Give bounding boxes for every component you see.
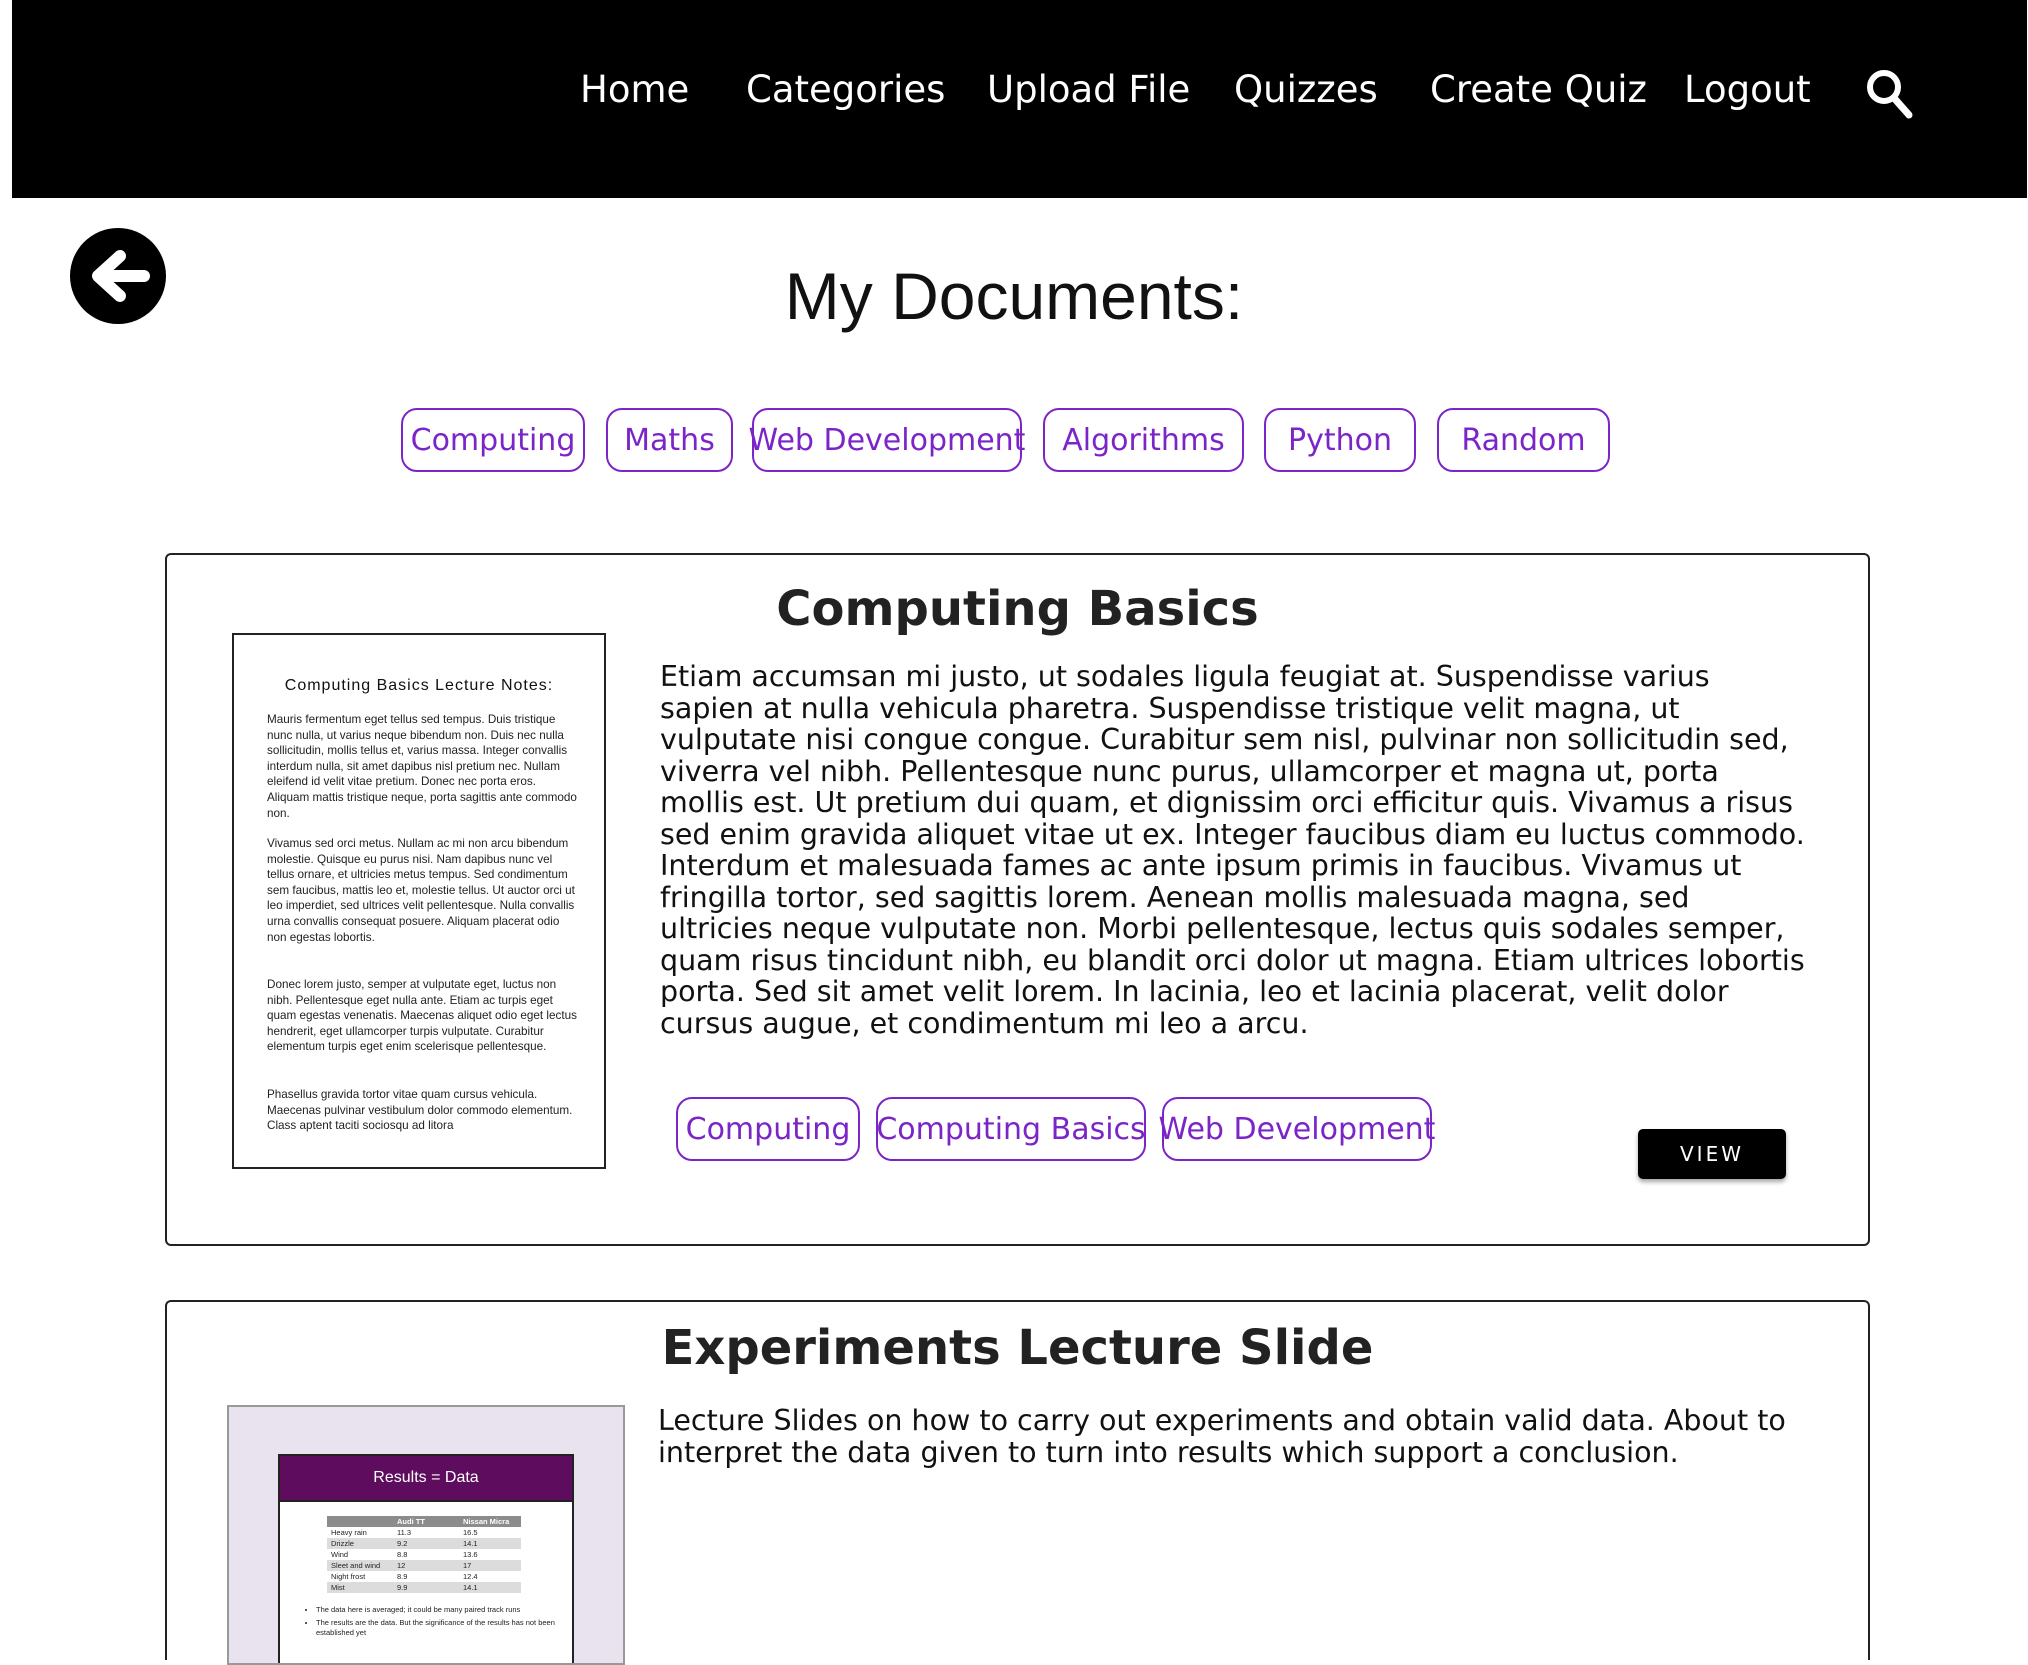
slide-bullet: The data here is averaged; it could be m…	[316, 1605, 566, 1615]
table-cell: 16.5	[463, 1527, 478, 1537]
table-cell: Drizzle	[327, 1538, 393, 1549]
category-chip-python[interactable]: Python	[1264, 408, 1416, 472]
table-cell: 14.1	[459, 1538, 521, 1549]
table-cell: 13.6	[463, 1549, 478, 1559]
thumbnail-paragraph: Donec lorem justo, semper at vulputate e…	[267, 978, 577, 1054]
table-cell: 9.2	[393, 1538, 459, 1549]
thumbnail-paragraph: Vivamus sed orci metus. Nullam ac mi non…	[267, 837, 575, 944]
category-chip-web-development[interactable]: Web Development	[749, 408, 1025, 472]
slide-results-table: Audi TT Nissan Micra Heavy rain 11.3 16.…	[327, 1516, 521, 1593]
table-cell: 11.3	[397, 1527, 412, 1537]
slide-title: Results = Data	[278, 1454, 574, 1502]
search-icon[interactable]	[1865, 68, 1913, 120]
nav-quizzes-link[interactable]: Quizzes	[1234, 68, 1378, 111]
table-cell: 8.9	[397, 1571, 408, 1581]
nav-create-quiz-link[interactable]: Create Quiz	[1430, 68, 1647, 111]
table-row: Sleet and wind 12 17	[327, 1560, 521, 1571]
table-cell: 8.8	[397, 1549, 408, 1559]
slide-bullet: The results are the data. But the signif…	[316, 1618, 566, 1638]
table-cell: 12.4	[463, 1571, 478, 1581]
document-tag-computing[interactable]: Computing	[676, 1097, 860, 1161]
document-card: Computing Basics Computing Basics Lectur…	[165, 553, 1870, 1246]
table-row: Wind 8.8 13.6	[327, 1549, 521, 1560]
category-chip-algorithms[interactable]: Algorithms	[1043, 408, 1244, 472]
document-tag-web-development[interactable]: Web Development	[1159, 1097, 1435, 1161]
document-description: Etiam accumsan mi justo, ut sodales ligu…	[660, 660, 1805, 1040]
table-cell: Mist	[327, 1582, 393, 1593]
table-row: Mist 9.9 14.1	[327, 1582, 521, 1593]
table-cell: Wind	[331, 1549, 349, 1559]
thumbnail-paragraph: Phasellus gravida tortor vitae quam curs…	[267, 1088, 573, 1133]
view-button[interactable]: VIEW	[1638, 1129, 1786, 1179]
table-cell: Heavy rain	[331, 1527, 367, 1537]
thumbnail-title: Computing Basics Lecture Notes:	[284, 677, 554, 694]
table-cell: 9.9	[393, 1582, 459, 1593]
table-cell: 17	[459, 1560, 521, 1571]
table-header-cell: Audi TT	[393, 1516, 459, 1527]
table-row: Drizzle 9.2 14.1	[327, 1538, 521, 1549]
table-row: Heavy rain 11.3 16.5	[327, 1527, 521, 1538]
slide-bullet-list: The data here is averaged; it could be m…	[300, 1605, 566, 1641]
top-navbar: Home Categories Upload File Quizzes Crea…	[12, 0, 2027, 198]
document-card: Experiments Lecture Slide Results = Data…	[165, 1300, 1870, 1665]
nav-logout-link[interactable]: Logout	[1684, 68, 1811, 111]
table-header-cell	[327, 1516, 393, 1527]
table-cell: 14.1	[459, 1582, 521, 1593]
table-header-cell: Nissan Micra	[459, 1516, 521, 1527]
slide-thumbnail[interactable]: Results = Data Audi TT Nissan Micra Heav…	[227, 1405, 625, 1665]
table-cell: Night frost	[331, 1571, 366, 1581]
table-row: Night frost 8.9 12.4	[327, 1571, 521, 1582]
document-description: Lecture Slides on how to carry out exper…	[658, 1404, 1786, 1469]
table-cell: 12	[393, 1560, 459, 1571]
document-thumbnail[interactable]: Computing Basics Lecture Notes: Mauris f…	[232, 633, 606, 1169]
thumbnail-paragraph: Mauris fermentum eget tellus sed tempus.…	[267, 713, 577, 820]
slide-body: Audi TT Nissan Micra Heavy rain 11.3 16.…	[278, 1502, 574, 1663]
category-chip-maths[interactable]: Maths	[606, 408, 733, 472]
table-cell: Sleet and wind	[327, 1560, 393, 1571]
nav-upload-file-link[interactable]: Upload File	[987, 68, 1190, 111]
page-title: My Documents:	[784, 259, 1244, 333]
document-title: Experiments Lecture Slide	[661, 1320, 1374, 1376]
nav-categories-link[interactable]: Categories	[746, 68, 945, 111]
document-tag-computing-basics[interactable]: Computing Basics	[876, 1097, 1146, 1161]
category-chip-computing[interactable]: Computing	[401, 408, 585, 472]
nav-home-link[interactable]: Home	[580, 68, 689, 111]
document-title: Computing Basics	[776, 581, 1259, 637]
category-chip-random[interactable]: Random	[1437, 408, 1610, 472]
